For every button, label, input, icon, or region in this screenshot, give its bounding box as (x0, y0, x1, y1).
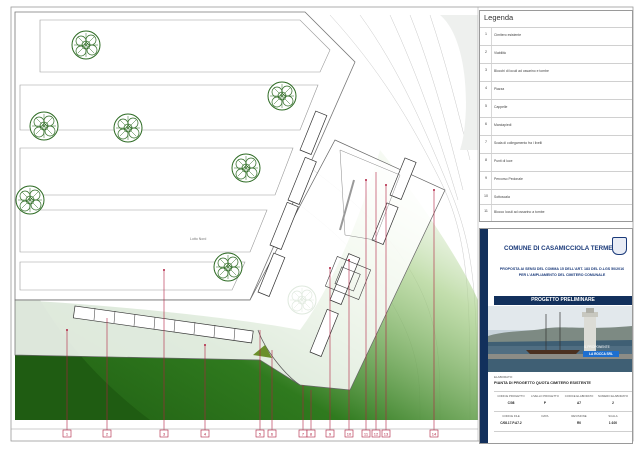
legend-text: Marciapiedi (494, 123, 512, 127)
legend-num: 8 (485, 158, 487, 162)
field-value: 2 (612, 401, 614, 405)
legend-num: 10 (484, 194, 488, 198)
legend-num: 11 (484, 209, 488, 213)
callout-number: 14 (432, 431, 437, 436)
field-value: A7 (576, 401, 582, 405)
legend-text: Percorso Pedonale (494, 177, 523, 181)
legend-num: 6 (485, 122, 487, 126)
legend-item: 11 Blocco loculi ad ossarino a tombe (480, 204, 632, 221)
field-value: C/08.17.P.A7.2 (500, 421, 522, 425)
field-label: CODICE FILE (502, 414, 520, 418)
legend-num: 1 (485, 32, 487, 36)
legend-num: 7 (485, 140, 487, 144)
legend-text: Viabilità (494, 51, 506, 55)
legend-item: 8 Punti di luce (480, 153, 632, 172)
field-label: NUMERO ELABORATO (597, 394, 629, 398)
field-label: CODICE PROGETTO (497, 394, 525, 398)
legend-text: Cappelle (494, 105, 508, 109)
callout-number: 12 (374, 431, 379, 436)
legend-num: 3 (485, 68, 487, 72)
title-block-band (480, 229, 488, 443)
area-label: Lotto Nord (190, 237, 206, 241)
field-label: SCALA (608, 414, 618, 418)
legend-item: 6 Marciapiedi (480, 117, 632, 136)
crest-icon (612, 237, 627, 255)
legend-panel: Legenda 1 Cimitero esistente 2 Viabilità 3… (479, 10, 633, 222)
legend-num: 9 (485, 176, 487, 180)
legend-item: 9 Percorso Pedonale (480, 171, 632, 190)
legend-num: 4 (485, 86, 487, 90)
field-value: 1:100 (608, 421, 618, 425)
title-block: COMUNE DI CASAMICCIOLA TERME PROPOSTA AI… (479, 228, 633, 444)
legend-text: Cimitero esistente (494, 33, 522, 37)
legend-item: 7 Scala di collegamento fra i livelli (480, 135, 632, 154)
field-label: REVISIONE (571, 414, 587, 418)
legend-title: Legenda (484, 13, 514, 22)
field-label: CODICE ELABORATO (564, 394, 594, 398)
elaborato-label: ELABORATO: (494, 375, 513, 379)
legend-text: Blocchi di loculi ad ossarino e tombe (494, 69, 549, 73)
legend-text: Blocco loculi ad ossarino a tombe (494, 210, 545, 214)
legend-num: 2 (485, 50, 487, 54)
comune-title: COMUNE DI CASAMICCIOLA TERME (504, 245, 613, 252)
legend-item: 4 Piazza (480, 81, 632, 100)
callout-number: 10 (347, 431, 352, 436)
field-value: C/08 (507, 401, 515, 405)
field-label: DATA (541, 414, 549, 418)
legend-item: 1 Cimitero esistente (480, 27, 632, 46)
proponente-badge: LA ROCCA SRL (583, 351, 619, 357)
legend-num: 5 (485, 104, 487, 108)
legend-text: Scala di collegamento fra i livelli (494, 141, 543, 145)
legend-text: Sottoscala (494, 195, 510, 199)
project-subtitle: PER L'AMPLIAMENTO DEL CIMITERO COMUNALE (518, 273, 606, 277)
field-value: R0 (576, 421, 582, 425)
field-value: P (543, 401, 547, 405)
project-phase: PROGETTO PRELIMINARE (494, 296, 632, 305)
elaborato-title: PIANTA DI PROGETTO QUOTA CIMITERO ESISTE… (494, 381, 591, 385)
callout-number: 13 (384, 431, 389, 436)
legend-item: 2 Viabilità (480, 45, 632, 64)
callout-boxes (62, 429, 439, 438)
legend-text: Piazza (494, 87, 505, 91)
project-subtitle: PROPOSTA AI SENSI DEL COMMA 15 DELL'ART.… (499, 267, 625, 271)
harbor-photo (488, 306, 632, 372)
road-strip (440, 15, 478, 150)
legend-text: Punti di luce (494, 159, 513, 163)
proponente-label: IL PROPONENTE (584, 345, 610, 349)
field-label: LIVELLO PROGETTO (531, 394, 559, 398)
legend-item: 5 Cappelle (480, 99, 632, 118)
legend-item: 3 Blocchi di loculi ad ossarino e tombe (480, 63, 632, 82)
